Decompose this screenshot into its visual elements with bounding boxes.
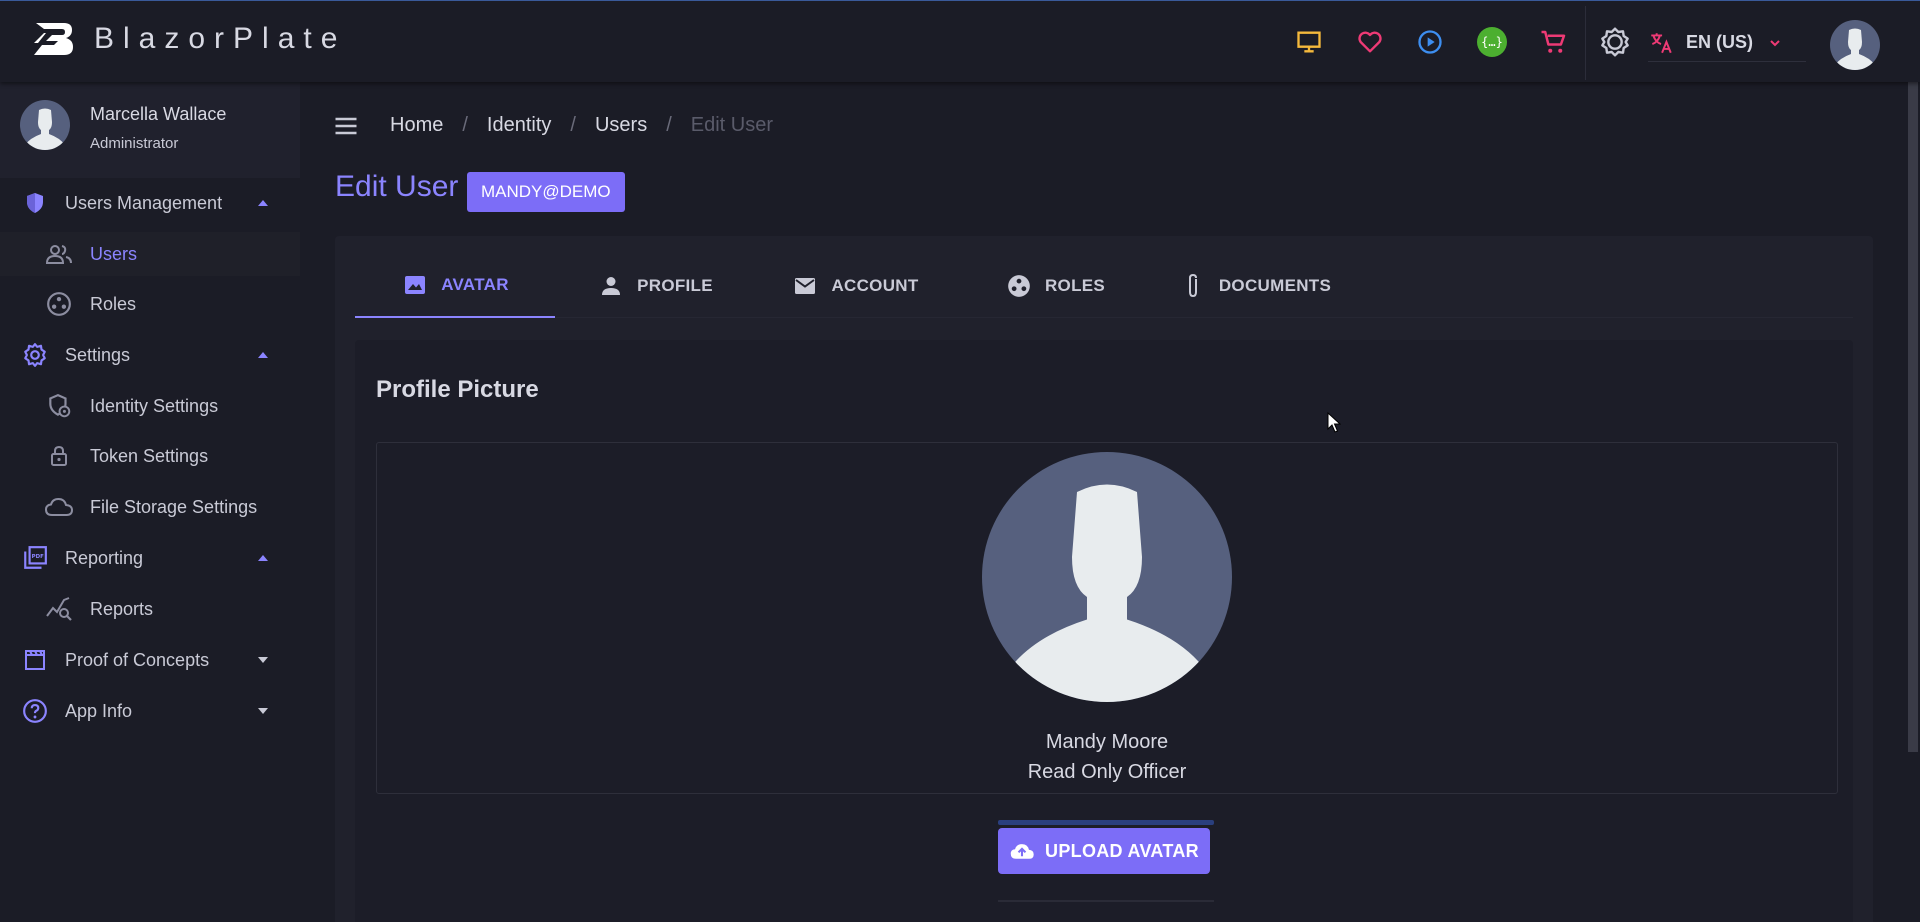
tab-avatar[interactable]: AVATAR — [355, 254, 555, 318]
api-icon: {…} — [1477, 27, 1507, 57]
avatar-user-name: Mandy Moore — [1045, 731, 1169, 753]
breadcrumb-separator: / — [666, 114, 672, 136]
cart-button[interactable] — [1533, 21, 1575, 63]
tab-bar: AVATAR PROFILE ACCOUNT ROLES DOCUMENTS — [355, 254, 1853, 318]
topbar-divider — [1585, 6, 1586, 80]
monitor-button[interactable] — [1288, 21, 1330, 63]
panel-divider — [998, 900, 1214, 902]
avatar-panel: Profile Picture Mandy Moore Read Only Of… — [355, 340, 1853, 922]
lock-icon — [44, 441, 74, 471]
gear-icon — [20, 340, 50, 370]
nav-item-file-storage-settings[interactable]: File Storage Settings — [0, 485, 300, 529]
nav-group-settings[interactable]: Settings — [0, 333, 300, 377]
help-circle-icon — [20, 696, 50, 726]
avatar-preview: Mandy Moore Read Only Officer — [376, 442, 1838, 794]
breadcrumb-home[interactable]: Home — [390, 114, 443, 137]
caret-down-icon — [258, 657, 268, 663]
theme-toggle-icon — [1601, 27, 1629, 57]
language-selector[interactable]: EN (US) — [1648, 24, 1806, 62]
avatar-user-role: Read Only Officer — [1027, 761, 1187, 783]
cart-icon — [1541, 30, 1566, 53]
caret-up-icon — [258, 200, 268, 206]
caret-up-icon — [258, 352, 268, 358]
person-icon — [597, 272, 625, 300]
upload-avatar-button[interactable]: UPLOAD AVATAR — [998, 828, 1210, 874]
caret-up-icon — [258, 555, 268, 561]
username-chip: MANDY@DEMO — [467, 172, 625, 212]
nav-group-users-management[interactable]: Users Management — [0, 181, 300, 225]
main-content: Home / Identity / Users / Edit User Edit… — [300, 82, 1900, 922]
scroll-thumb[interactable] — [1908, 82, 1918, 752]
brand-name: BlazorPlate — [94, 22, 347, 55]
users-icon — [44, 239, 74, 269]
cloud-icon — [44, 492, 74, 522]
caret-down-icon — [258, 708, 268, 714]
user-name: Marcella Wallace — [90, 104, 227, 124]
page-scrollbar[interactable] — [1906, 82, 1920, 922]
upload-progress — [998, 820, 1214, 825]
breadcrumb-identity[interactable]: Identity — [487, 114, 551, 137]
roles-icon — [1005, 272, 1033, 300]
nav-item-users[interactable]: Users — [0, 232, 300, 276]
translate-icon — [1651, 32, 1672, 53]
sidebar: Marcella Wallace Administrator Users Man… — [0, 82, 300, 922]
breadcrumb-separator: / — [570, 114, 576, 136]
breadcrumb-separator: / — [462, 114, 468, 136]
language-label: EN (US) — [1686, 32, 1753, 52]
nav-group-proof-of-concepts[interactable]: Proof of Concepts — [0, 638, 300, 682]
api-button[interactable]: {…} — [1471, 21, 1513, 63]
breadcrumb-users[interactable]: Users — [595, 114, 647, 137]
nav-item-identity-settings[interactable]: Identity Settings — [0, 384, 300, 428]
user-silhouette-icon — [1007, 484, 1207, 702]
nav-group-reporting[interactable]: PDF Reporting — [0, 536, 300, 580]
edit-user-card: AVATAR PROFILE ACCOUNT ROLES DOCUMENTS P… — [335, 236, 1873, 922]
play-circle-icon — [1418, 30, 1442, 54]
tab-documents[interactable]: DOCUMENTS — [1155, 254, 1355, 318]
pdf-report-icon: PDF — [20, 543, 50, 573]
mouse-cursor-icon — [1327, 412, 1341, 433]
top-app-bar: BlazorPlate {…} EN (US) — [0, 0, 1920, 82]
user-silhouette-icon — [1835, 28, 1875, 70]
favorites-button[interactable] — [1349, 21, 1391, 63]
profile-avatar-image — [982, 452, 1232, 702]
nav-item-reports[interactable]: Reports — [0, 587, 300, 631]
nav-item-token-settings[interactable]: Token Settings — [0, 434, 300, 478]
roles-icon — [44, 289, 74, 319]
tab-profile[interactable]: PROFILE — [555, 254, 755, 318]
shield-icon — [20, 188, 50, 218]
chevron-down-icon — [1770, 39, 1780, 46]
blazorplate-logo-icon — [34, 23, 73, 55]
account-avatar[interactable] — [1830, 20, 1880, 70]
clapperboard-icon — [20, 645, 50, 675]
chart-search-icon — [44, 594, 74, 624]
breadcrumb: Home / Identity / Users / Edit User — [390, 114, 773, 137]
user-role: Administrator — [90, 135, 179, 152]
svg-text:{…}: {…} — [1481, 35, 1503, 49]
menu-icon[interactable] — [332, 112, 360, 140]
tab-roles[interactable]: ROLES — [955, 254, 1155, 318]
svg-text:PDF: PDF — [32, 554, 44, 560]
monitor-icon — [1297, 31, 1321, 53]
paperclip-icon — [1179, 272, 1207, 300]
nav-item-roles[interactable]: Roles — [0, 282, 300, 326]
user-silhouette-icon — [25, 108, 65, 150]
brand[interactable]: BlazorPlate — [32, 19, 346, 59]
mail-icon — [791, 272, 819, 300]
tab-account[interactable]: ACCOUNT — [755, 254, 955, 318]
demo-video-button[interactable] — [1409, 21, 1451, 63]
user-card[interactable]: Marcella Wallace Administrator — [0, 82, 300, 178]
page-title: Edit User — [335, 170, 459, 203]
heart-icon — [1358, 31, 1382, 53]
panel-title: Profile Picture — [376, 376, 539, 403]
shield-lock-icon — [44, 391, 74, 421]
image-icon — [401, 271, 429, 299]
user-avatar — [20, 100, 70, 150]
breadcrumb-current: Edit User — [690, 114, 774, 136]
theme-toggle-button[interactable] — [1594, 21, 1636, 63]
cloud-upload-icon — [1010, 844, 1034, 859]
nav-group-app-info[interactable]: App Info — [0, 689, 300, 733]
